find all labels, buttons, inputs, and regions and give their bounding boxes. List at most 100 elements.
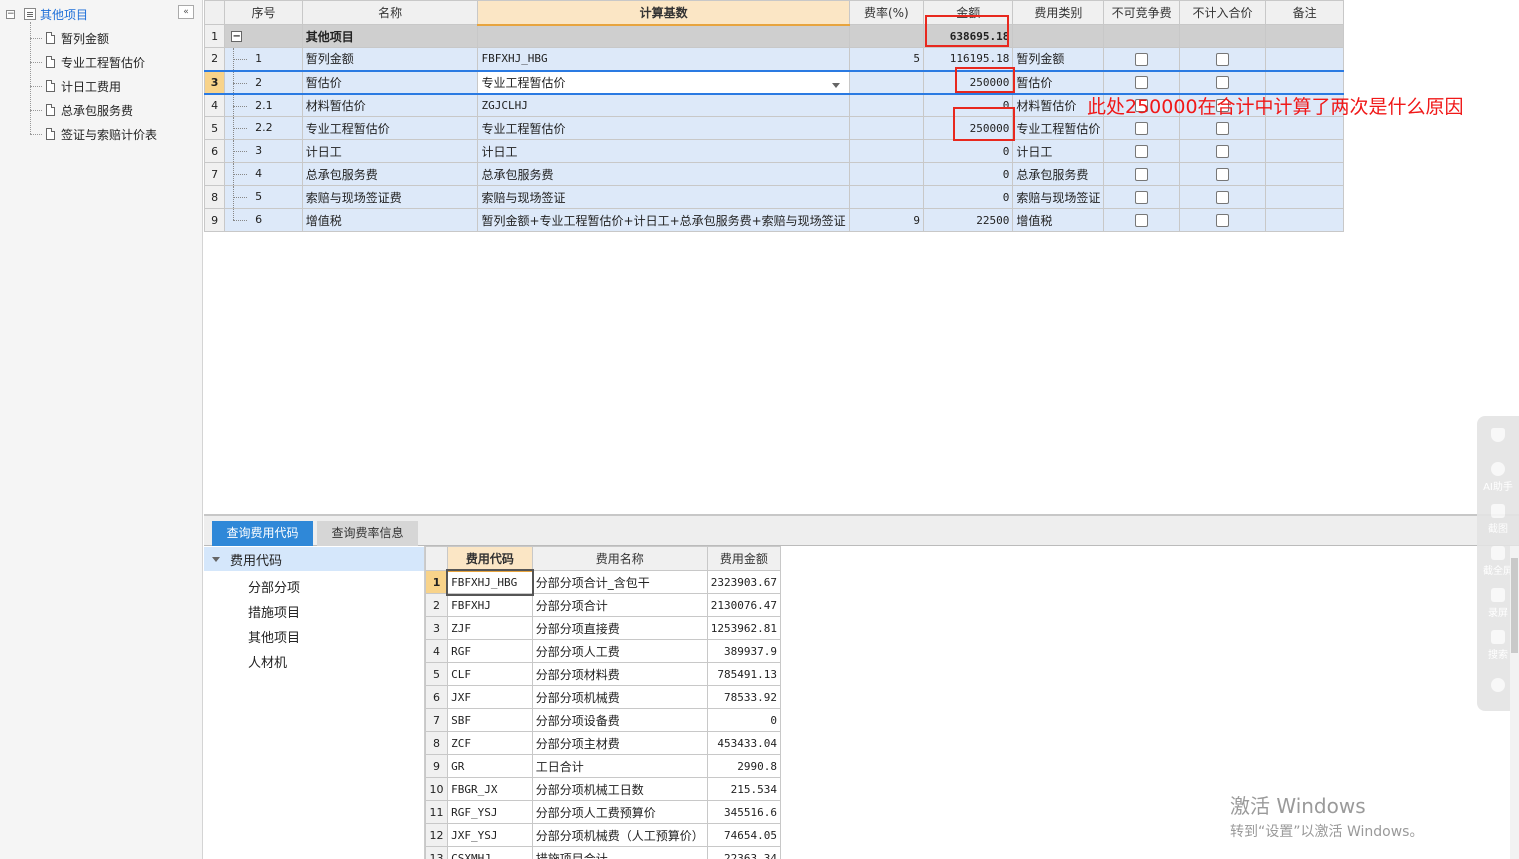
row-number[interactable]: 6 [203,139,226,163]
code-table-row[interactable]: 7 SBF 分部分项设备费 0 [425,708,781,732]
rate-cell[interactable] [848,93,925,117]
table-row[interactable]: 1 − 其他项目 638695.18 [203,24,1344,48]
remark-cell[interactable] [1265,116,1344,140]
table-row[interactable]: 9 6 增值税 暂列金额+专业工程暂估价+计日工+总承包服务费+索赔与现场签证 … [203,208,1344,232]
fee-code-cell[interactable]: FBFXHJ [447,593,533,617]
rate-cell[interactable] [848,185,925,209]
base-dropdown[interactable]: 专业工程暂估价 [477,69,850,95]
fee-amount-cell[interactable]: 22363.34 [706,846,781,859]
seq-cell[interactable]: − [224,24,303,48]
table-row[interactable]: 5 2.2 专业工程暂估价 专业工程暂估价 250000 专业工程暂估价 [203,116,1344,140]
fee-name-cell[interactable]: 分部分项直接费 [531,616,708,640]
exclude-total-checkbox[interactable] [1216,168,1230,181]
tree-root-label[interactable]: 其他项目 [40,6,88,23]
tree-root-item[interactable]: − 其他项目 [6,6,88,22]
table-row[interactable]: 8 5 索赔与现场签证费 索赔与现场签证 0 索赔与现场签证 [203,185,1344,209]
base-cell[interactable] [477,24,850,48]
fee-amount-cell[interactable]: 0 [706,708,781,732]
row-number[interactable]: 1 [425,570,449,594]
tree-item-daywork[interactable]: 计日工费用 [30,77,121,95]
remark-cell[interactable] [1265,162,1344,186]
code-table-row[interactable]: 11 RGF_YSJ 分部分项人工费预算价 345516.6 [425,800,781,824]
exclude-total-checkbox[interactable] [1216,214,1230,227]
remark-cell[interactable] [1265,69,1344,95]
base-cell[interactable]: 暂列金额+专业工程暂估价+计日工+总承包服务费+索赔与现场签证 [477,208,850,232]
col-header-seq[interactable]: 序号 [224,0,303,25]
table-row[interactable]: 7 4 总承包服务费 总承包服务费 0 总承包服务费 [203,162,1344,186]
shield-icon[interactable] [1477,428,1519,444]
code-table-row[interactable]: 4 RGF 分部分项人工费 389937.9 [425,639,781,663]
rate-cell[interactable] [848,139,925,163]
fee-amount-cell[interactable]: 345516.6 [706,800,781,824]
seq-cell[interactable]: 2 [224,69,303,95]
code-table-row[interactable]: 13 CSXMHJ 措施项目合计 22363.34 [425,846,781,859]
exclude-total-checkbox[interactable] [1216,145,1230,158]
col-header-fee-amount[interactable]: 费用金额 [706,546,781,571]
non-competitive-checkbox[interactable] [1135,145,1149,158]
code-table-row[interactable]: 8 ZCF 分部分项主材费 453433.04 [425,731,781,755]
exclude-total-checkbox[interactable] [1216,52,1230,66]
remark-cell[interactable] [1265,139,1344,163]
fee-name-cell[interactable]: 分部分项机械工日数 [531,777,708,801]
fee-code-cell[interactable]: CSXMHJ [447,846,533,859]
fee-name-cell[interactable]: 分部分项材料费 [531,662,708,686]
seq-cell[interactable]: 2.1 [224,93,303,117]
seq-cell[interactable]: 5 [224,185,303,209]
col-header-fee-name[interactable]: 费用名称 [531,546,708,571]
chevron-down-icon[interactable] [212,556,220,562]
name-cell[interactable]: 计日工 [301,139,479,163]
seq-cell[interactable]: 4 [224,162,303,186]
fee-code-cell[interactable]: GR [447,754,533,778]
exclude-total-checkbox[interactable] [1216,191,1230,204]
fee-code-cell[interactable]: CLF [447,662,533,686]
fee-code-cell[interactable]: FBFXHJ_HBG [445,568,535,596]
row-number[interactable]: 9 [203,208,226,232]
row-number[interactable]: 3 [425,616,449,640]
row-number[interactable]: 6 [425,685,449,709]
fee-amount-cell[interactable]: 453433.04 [706,731,781,755]
row-number[interactable]: 7 [203,162,226,186]
non-competitive-checkbox[interactable] [1135,214,1149,227]
fee-code-cell[interactable]: JXF_YSJ [447,823,533,847]
row-number[interactable]: 4 [425,639,449,663]
row-number[interactable]: 13 [425,846,449,859]
non-competitive-checkbox[interactable] [1135,52,1149,66]
chevron-down-icon[interactable] [831,82,840,88]
fee-amount-cell[interactable]: 215.534 [706,777,781,801]
col-header-exclude-total[interactable]: 不计入合价 [1178,0,1267,25]
col-header-non-competitive[interactable]: 不可竞争费 [1103,0,1180,25]
fee-name-cell[interactable]: 工日合计 [531,754,708,778]
fee-code-cell[interactable]: ZJF [447,616,533,640]
base-cell[interactable]: 专业工程暂估价 [477,116,850,140]
rate-cell[interactable] [848,24,925,48]
fee-code-cell[interactable]: SBF [447,708,533,732]
category-cell[interactable]: 暂列金额 [1012,47,1105,71]
remark-cell[interactable] [1265,185,1344,209]
fee-name-cell[interactable]: 分部分项设备费 [531,708,708,732]
row-number[interactable]: 3 [203,69,226,95]
category-cell[interactable]: 总承包服务费 [1012,162,1105,186]
fee-amount-cell[interactable]: 785491.13 [706,662,781,686]
collapse-row-icon[interactable]: − [231,31,243,42]
collapse-tree-icon[interactable]: − [6,9,15,19]
amount-cell[interactable]: 22500 [923,208,1014,232]
scrollbar-thumb[interactable] [1511,558,1518,653]
remark-cell[interactable] [1265,208,1344,232]
remark-cell[interactable] [1265,24,1344,48]
base-cell[interactable]: ZGJCLHJ [477,93,850,117]
rate-cell[interactable]: 9 [848,208,925,232]
rate-cell[interactable]: 5 [848,47,925,71]
amount-cell[interactable]: 0 [923,139,1014,163]
row-number[interactable]: 2 [425,593,449,617]
fee-name-cell[interactable]: 分部分项人工费预算价 [531,800,708,824]
non-competitive-checkbox[interactable] [1135,168,1149,181]
tree-item-other[interactable]: 其他项目 [248,627,300,646]
name-cell[interactable]: 增值税 [301,208,479,232]
exclude-total-checkbox[interactable] [1216,122,1230,135]
exclude-total-checkbox[interactable] [1216,76,1230,89]
base-cell[interactable]: 计日工 [477,139,850,163]
row-number[interactable]: 5 [203,116,226,140]
rate-cell[interactable] [848,116,925,140]
tree-item-sub-items[interactable]: 分部分项 [248,577,300,596]
fee-amount-cell[interactable]: 2323903.67 [706,570,781,594]
